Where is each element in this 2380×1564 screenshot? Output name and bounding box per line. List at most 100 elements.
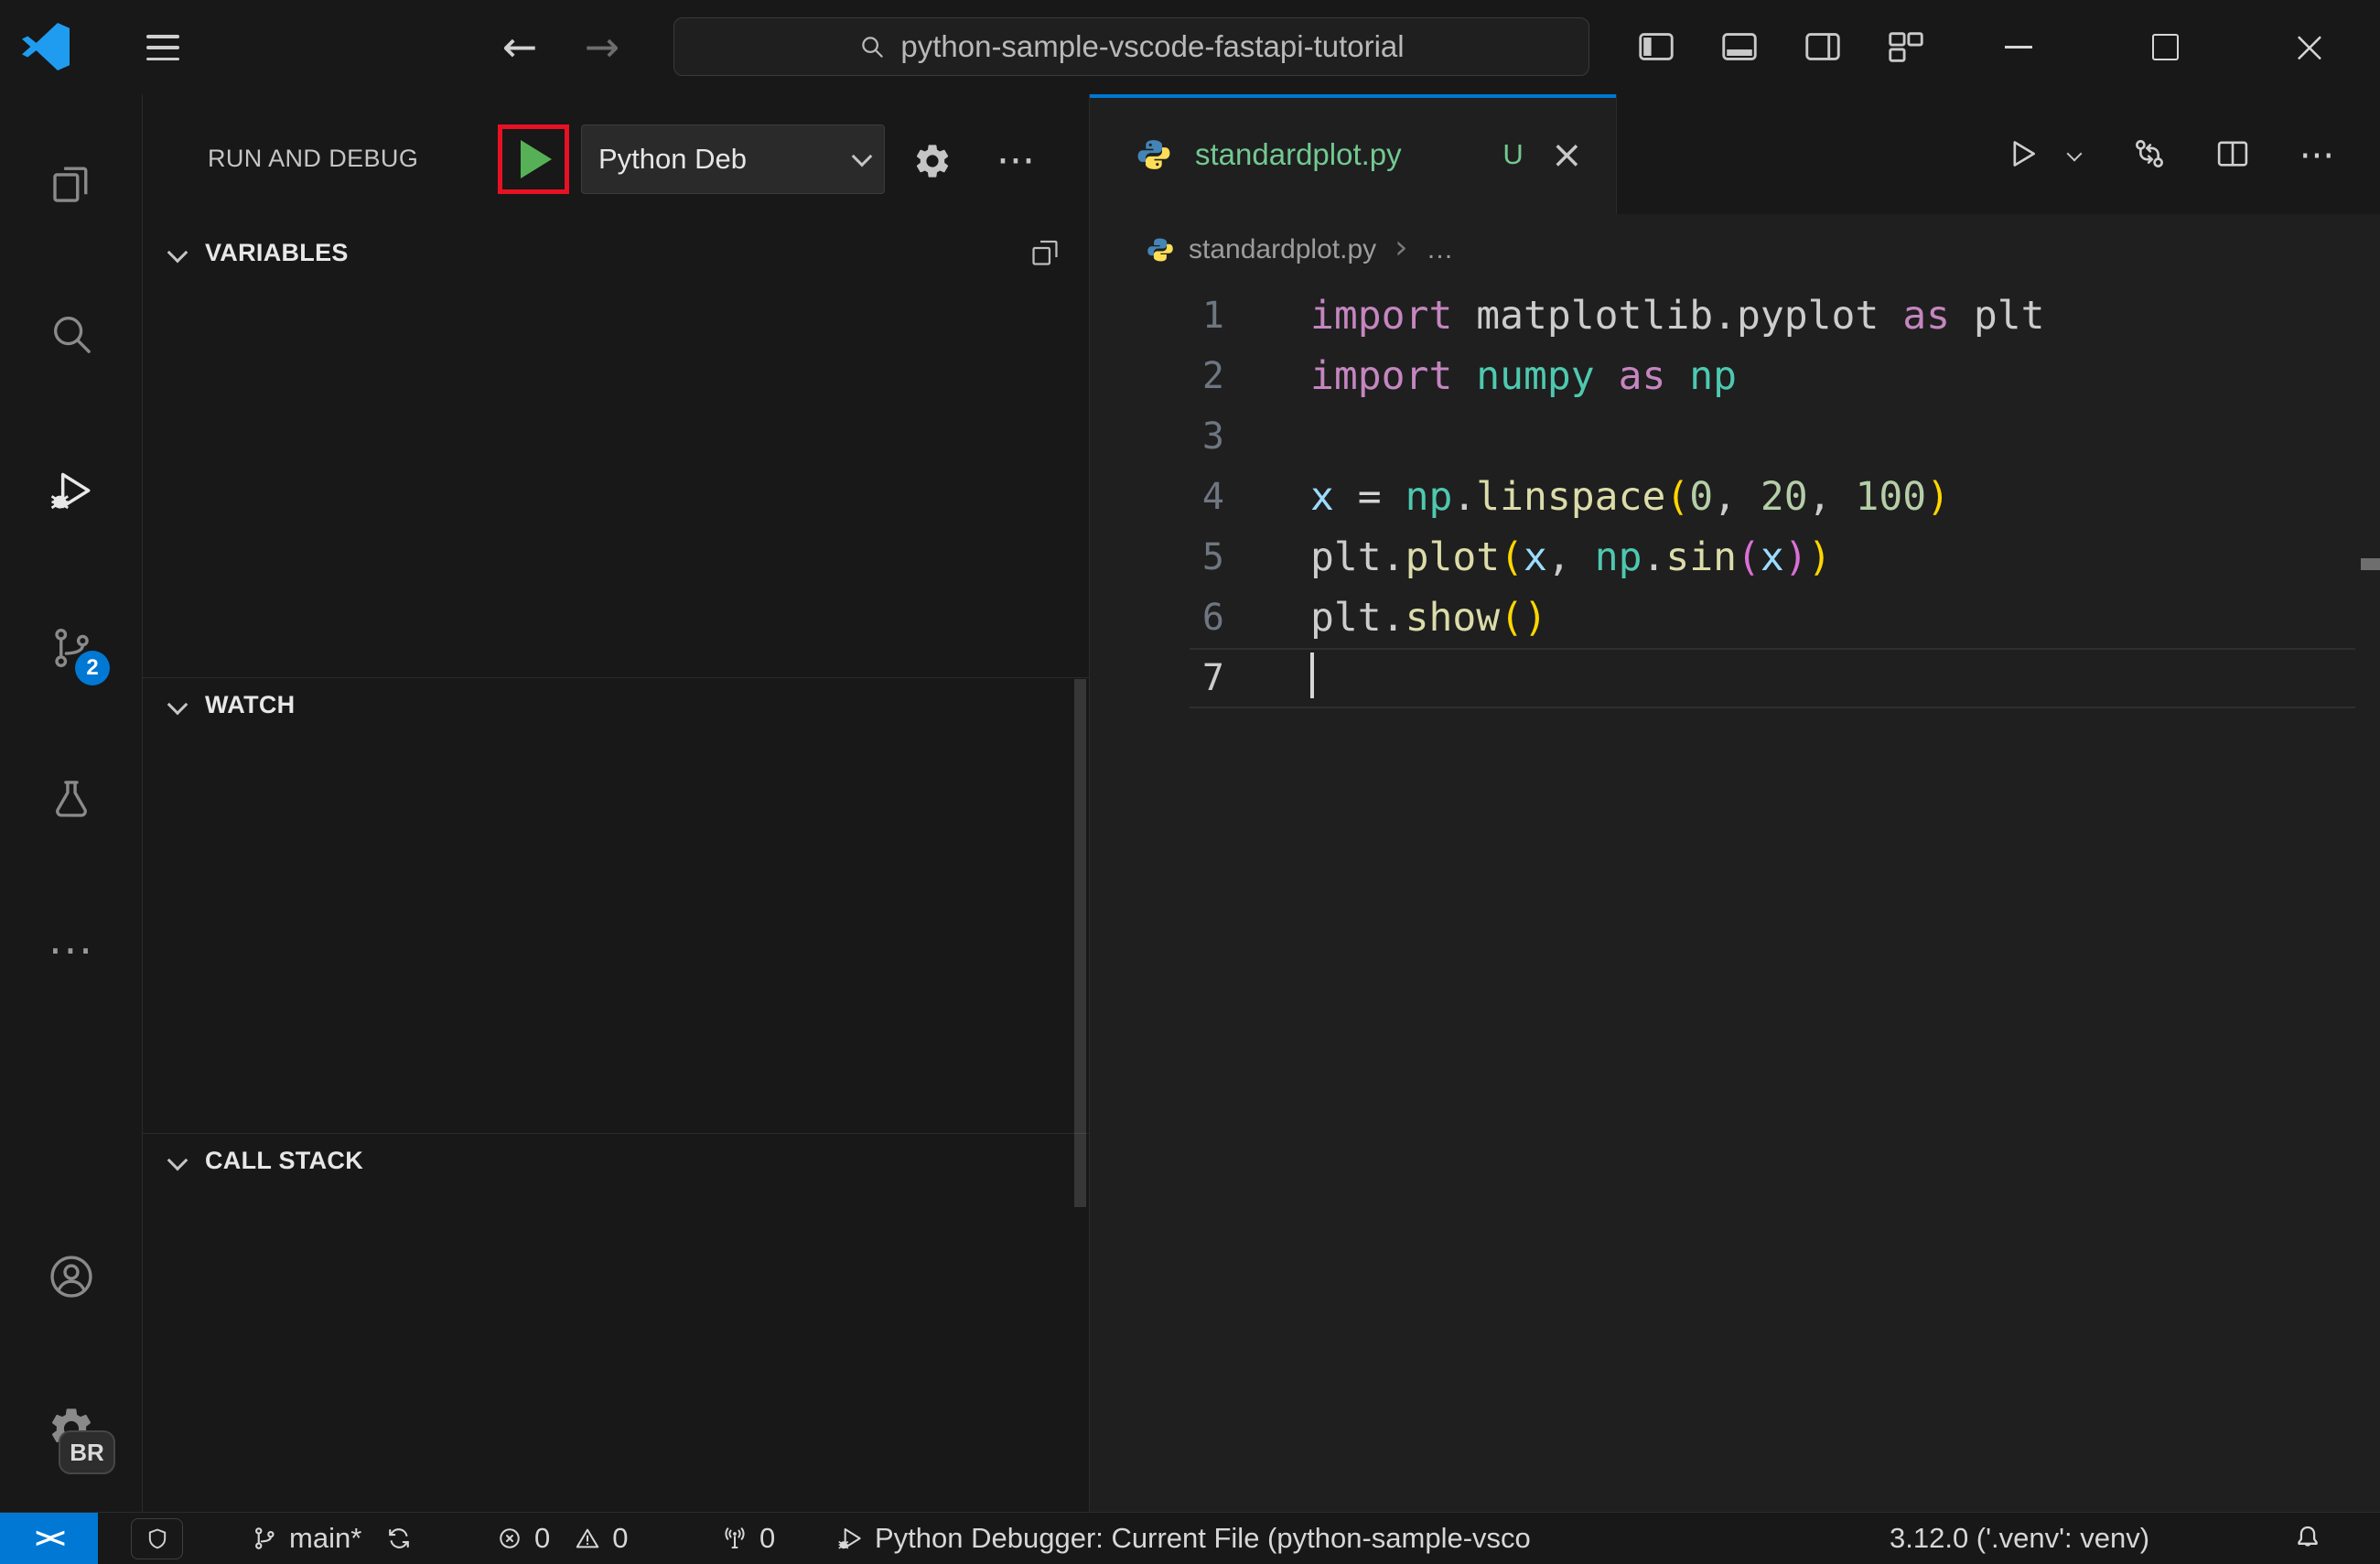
sidebar-item-explorer[interactable]	[43, 156, 100, 212]
breadcrumb[interactable]: standardplot.py › …	[1090, 214, 2380, 286]
toggle-primary-sidebar-icon[interactable]	[1635, 26, 1677, 68]
run-dropdown-icon[interactable]	[2056, 133, 2093, 175]
interpreter-label: 3.12.0 ('.venv': venv)	[1890, 1522, 2150, 1554]
bell-icon	[2292, 1523, 2323, 1554]
section-label: WATCH	[205, 690, 296, 718]
customize-layout-icon[interactable]	[1885, 26, 1927, 68]
shield-icon	[145, 1526, 170, 1552]
debug-icon	[835, 1523, 866, 1554]
line-number: 1	[1201, 295, 1224, 337]
files-icon	[47, 159, 96, 209]
minimize-icon	[2005, 45, 2032, 49]
call-stack-section-header[interactable]: CALL STACK	[143, 1136, 1089, 1185]
editor-more-icon[interactable]: ···	[2280, 135, 2353, 178]
branch-item[interactable]: main*	[249, 1513, 415, 1564]
account-icon	[47, 1252, 96, 1301]
interpreter-item[interactable]: 3.12.0 ('.venv': venv)	[1890, 1513, 2149, 1564]
code-line[interactable]: plt.plot(x, np.sin(x))	[1310, 527, 2045, 588]
sidebar-item-run-debug[interactable]	[43, 462, 100, 519]
line-number: 4	[1201, 476, 1224, 518]
section-label: VARIABLES	[205, 238, 349, 266]
ellipsis-icon: ···	[48, 926, 94, 976]
workspace-trust-button[interactable]	[131, 1518, 183, 1559]
section-divider	[143, 1133, 1089, 1134]
line-number: 6	[1201, 597, 1224, 639]
notifications-bell[interactable]	[2292, 1513, 2323, 1564]
chevron-down-icon	[2066, 146, 2083, 162]
code-line[interactable]	[1310, 648, 2045, 708]
open-changes-icon[interactable]	[2128, 133, 2170, 175]
minimize-button[interactable]	[1992, 20, 2045, 73]
close-button[interactable]: ×	[2283, 20, 2336, 73]
debugger-label: Python Debugger: Current File (python-sa…	[875, 1522, 1531, 1554]
activity-bar: 2 ··· BR	[0, 94, 143, 1512]
sidebar-item-account[interactable]	[43, 1248, 100, 1305]
command-center[interactable]: python-sample-vscode-fastapi-tutorial	[673, 17, 1589, 76]
forward-button[interactable]: →	[576, 21, 628, 72]
chevron-down-icon	[167, 1149, 188, 1171]
variables-section-header[interactable]: VARIABLES	[143, 228, 1089, 277]
tab-close-icon[interactable]: ×	[1551, 135, 1583, 174]
tab-standardplot[interactable]: standardplot.py U ×	[1090, 94, 1617, 214]
panel-scrollbar[interactable]	[1074, 679, 1086, 1207]
breadcrumb-more[interactable]: …	[1427, 234, 1454, 265]
scm-badge: 2	[75, 651, 110, 685]
watch-section-header[interactable]: WATCH	[143, 680, 1089, 729]
modified-badge: U	[1502, 137, 1524, 170]
section-divider	[143, 677, 1089, 678]
panel-title: RUN AND DEBUG	[208, 145, 419, 172]
python-icon	[1136, 137, 1171, 172]
debug-config-dropdown[interactable]: Python Deb	[581, 124, 885, 194]
remote-icon: ><	[35, 1522, 65, 1554]
section-label: CALL STACK	[205, 1146, 363, 1174]
code-line[interactable]: x = np.linspace(0, 20, 100)	[1310, 467, 2045, 527]
breadcrumb-file[interactable]: standardplot.py	[1189, 234, 1376, 265]
remote-indicator[interactable]: ><	[0, 1513, 98, 1564]
editor-area: standardplot.py U × ··· standardplot.py …	[1090, 94, 2380, 1512]
vscode-window: ← → python-sample-vscode-fastapi-tutoria…	[0, 0, 2380, 1564]
ports-item[interactable]: 0	[719, 1513, 775, 1564]
play-icon	[521, 140, 552, 178]
line-numbers: 1 2 3 4 5 6 7	[1090, 286, 1224, 708]
collapse-all-icon[interactable]	[1028, 236, 1061, 269]
sidebar-item-search[interactable]	[43, 306, 100, 362]
sidebar-item-testing[interactable]	[43, 771, 100, 828]
split-editor-icon[interactable]	[2212, 133, 2254, 175]
menu-bar	[146, 57, 179, 60]
menu-icon[interactable]	[145, 31, 181, 64]
line-number: 5	[1201, 536, 1224, 578]
code-line[interactable]	[1310, 406, 2045, 467]
back-button[interactable]: ←	[494, 21, 545, 72]
menu-bar	[146, 46, 179, 49]
branch-label: main*	[289, 1522, 362, 1554]
debug-start-button[interactable]	[502, 129, 565, 189]
errors-count: 0	[534, 1522, 551, 1554]
code-lines[interactable]: import matplotlib.pyplot as plt import nu…	[1310, 286, 2045, 708]
toggle-secondary-sidebar-icon[interactable]	[1802, 26, 1844, 68]
debugger-item[interactable]: Python Debugger: Current File (python-sa…	[835, 1513, 1531, 1564]
problems-item[interactable]: 0 0	[494, 1513, 629, 1564]
vscode-logo-icon	[22, 23, 70, 70]
debug-settings-gear-icon[interactable]	[907, 135, 958, 187]
warnings-count: 0	[612, 1522, 629, 1554]
breadcrumb-separator: ›	[1395, 228, 1408, 266]
toggle-panel-icon[interactable]	[1718, 26, 1761, 68]
code-line[interactable]: import numpy as np	[1310, 346, 2045, 406]
chevron-down-icon	[167, 242, 188, 264]
panel-more-icon[interactable]: ···	[977, 138, 1054, 185]
menu-bar	[146, 35, 179, 38]
search-icon	[47, 309, 96, 359]
sync-icon[interactable]	[383, 1523, 415, 1554]
code-line[interactable]: import matplotlib.pyplot as plt	[1310, 286, 2045, 346]
radio-tower-icon	[719, 1523, 750, 1554]
beaker-icon	[47, 775, 96, 825]
sidebar-item-more[interactable]: ···	[43, 922, 100, 979]
status-bar: >< main* 0 0 0 Python Debugger: Current …	[0, 1512, 2380, 1564]
code-line[interactable]: plt.show()	[1310, 588, 2045, 648]
debug-config-label: Python Deb	[598, 143, 747, 175]
run-and-debug-panel: RUN AND DEBUG Python Deb ··· VARIABLES W…	[143, 94, 1090, 1512]
title-bar: ← → python-sample-vscode-fastapi-tutoria…	[0, 0, 2380, 95]
run-file-button[interactable]	[2002, 133, 2044, 175]
command-center-text: python-sample-vscode-fastapi-tutorial	[900, 29, 1405, 63]
maximize-button[interactable]	[2138, 20, 2192, 73]
